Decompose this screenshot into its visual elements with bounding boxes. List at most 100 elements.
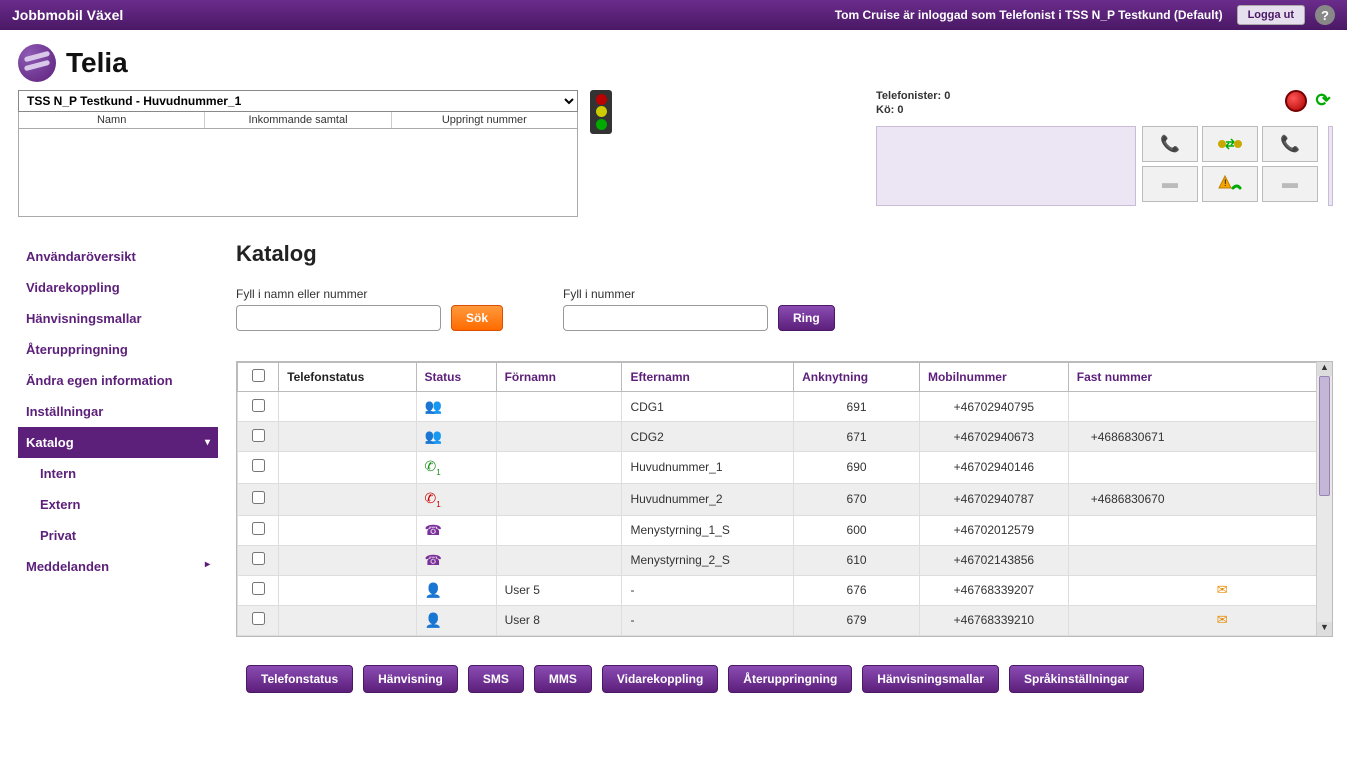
btn-ateruppringning[interactable]: Återuppringning (728, 665, 852, 693)
pickup2-button[interactable]: 📞 (1262, 126, 1318, 162)
cell-ext: 690 (794, 452, 920, 484)
nav-vidarekoppling[interactable]: Vidarekoppling (18, 272, 218, 303)
nav-intern[interactable]: Intern (18, 458, 218, 489)
nav-anvandaroversikt[interactable]: Användaröversikt (18, 241, 218, 272)
btn-hanvisningsmallar[interactable]: Hänvisningsmallar (862, 665, 999, 693)
th-efternamn[interactable]: Efternamn (622, 363, 794, 392)
logo-area: Telia (0, 30, 1347, 90)
nav-extern[interactable]: Extern (18, 489, 218, 520)
row-checkbox[interactable] (252, 399, 265, 412)
refresh-button[interactable]: ⟳ (1313, 90, 1333, 110)
nav-installningar[interactable]: Inställningar (18, 396, 218, 427)
pickup-button[interactable]: 📞 (1142, 126, 1198, 162)
upper-panel: TSS N_P Testkund - Huvudnummer_1 Namn In… (0, 90, 1347, 217)
group-icon: 👥 (425, 428, 442, 444)
cell-efternamn: Menystyrning_1_S (622, 515, 794, 545)
number-select[interactable]: TSS N_P Testkund - Huvudnummer_1 (18, 90, 578, 112)
select-all-checkbox[interactable] (252, 369, 265, 382)
cell-telefonstatus (279, 515, 416, 545)
nav-andra-egen-info[interactable]: Ändra egen information (18, 365, 218, 396)
table-row[interactable]: ☎Menystyrning_1_S600+46702012579 (238, 515, 1332, 545)
cell-fornamn (496, 483, 622, 515)
catalog-table: Telefonstatus Status Förnamn Efternamn A… (237, 362, 1332, 636)
scroll-down-icon[interactable]: ▼ (1317, 622, 1332, 636)
search-button[interactable]: Sök (451, 305, 503, 331)
table-row[interactable]: 👤User 5-676+46768339207✉ (238, 575, 1332, 605)
table-row[interactable]: 👥CDG1691+46702940795 (238, 392, 1332, 422)
nav-hanvisningsmallar[interactable]: Hänvisningsmallar (18, 303, 218, 334)
th-fornamn[interactable]: Förnamn (496, 363, 622, 392)
top-bar: Jobbmobil Växel Tom Cruise är inloggad s… (0, 0, 1347, 30)
cell-telefonstatus (279, 452, 416, 484)
alert-call-button[interactable]: ! (1202, 166, 1258, 202)
cell-mob: +46702143856 (919, 545, 1068, 575)
ring-button[interactable]: Ring (778, 305, 835, 331)
cell-efternamn: - (622, 605, 794, 635)
message-icon[interactable]: ✉ (1217, 612, 1228, 627)
logout-button[interactable]: Logga ut (1237, 5, 1305, 25)
hangup2-button[interactable]: ▬ (1262, 166, 1318, 202)
table-row[interactable]: 👥CDG2671+46702940673+4686830671 (238, 422, 1332, 452)
btn-sprakinstallningar[interactable]: Språkinställningar (1009, 665, 1144, 693)
search-number-input[interactable] (563, 305, 768, 331)
th-status[interactable]: Status (416, 363, 496, 392)
row-checkbox[interactable] (252, 429, 265, 442)
nav-katalog[interactable]: Katalog▾ (18, 427, 218, 458)
nav-privat[interactable]: Privat (18, 520, 218, 551)
sidebar: Användaröversikt Vidarekoppling Hänvisni… (18, 241, 218, 582)
help-icon[interactable]: ? (1315, 5, 1335, 25)
th-telefonstatus[interactable]: Telefonstatus (279, 363, 416, 392)
cell-fixed (1068, 452, 1331, 484)
cell-fixed: +4686830670 (1068, 483, 1331, 515)
table-scrollbar[interactable]: ▲ ▼ (1316, 362, 1332, 636)
cell-mob: +46702940146 (919, 452, 1068, 484)
row-checkbox[interactable] (252, 491, 265, 504)
bottom-bar: Telefonstatus Hänvisning SMS MMS Vidarek… (0, 647, 1347, 703)
nav-ateruppringning[interactable]: Återuppringning (18, 334, 218, 365)
btn-vidarekoppling[interactable]: Vidarekoppling (602, 665, 718, 693)
scroll-up-icon[interactable]: ▲ (1317, 362, 1332, 376)
app-title: Jobbmobil Växel (12, 7, 123, 23)
call-panel-left (876, 126, 1136, 206)
telefonister-value: 0 (944, 90, 950, 102)
row-checkbox[interactable] (252, 459, 265, 472)
th-fastnummer[interactable]: Fast nummer (1068, 363, 1331, 392)
table-row[interactable]: ✆1Huvudnummer_1690+46702940146 (238, 452, 1332, 484)
search-name-input[interactable] (236, 305, 441, 331)
table-row[interactable]: 👤User 8-679+46768339210✉ (238, 605, 1332, 635)
cell-ext: 600 (794, 515, 920, 545)
th-anknytning[interactable]: Anknytning (794, 363, 920, 392)
cell-status: 👤 (416, 605, 496, 635)
row-checkbox[interactable] (252, 612, 265, 625)
cell-telefonstatus (279, 483, 416, 515)
cell-ext: 676 (794, 575, 920, 605)
hangup-button[interactable]: ▬ (1142, 166, 1198, 202)
th-mobilnummer[interactable]: Mobilnummer (919, 363, 1068, 392)
cell-fixed: +4686830671 (1068, 422, 1331, 452)
record-button[interactable] (1285, 90, 1307, 112)
cell-ext: 610 (794, 545, 920, 575)
btn-sms[interactable]: SMS (468, 665, 524, 693)
nav-meddelanden[interactable]: Meddelanden▸ (18, 551, 218, 582)
cell-mob: +46702940673 (919, 422, 1068, 452)
cell-mob: +46702012579 (919, 515, 1068, 545)
table-row[interactable]: ✆1Huvudnummer_2670+46702940787+468683067… (238, 483, 1332, 515)
transfer-button[interactable] (1202, 126, 1258, 162)
scroll-thumb[interactable] (1319, 376, 1330, 496)
cell-fixed: ✉ (1068, 575, 1331, 605)
message-icon[interactable]: ✉ (1217, 582, 1228, 597)
row-checkbox[interactable] (252, 522, 265, 535)
btn-hanvisning[interactable]: Hänvisning (363, 665, 458, 693)
call-body (18, 129, 578, 217)
cell-fornamn (496, 422, 622, 452)
cell-fixed (1068, 545, 1331, 575)
btn-mms[interactable]: MMS (534, 665, 592, 693)
row-checkbox[interactable] (252, 552, 265, 565)
btn-telefonstatus[interactable]: Telefonstatus (246, 665, 353, 693)
row-checkbox[interactable] (252, 582, 265, 595)
table-row[interactable]: ☎Menystyrning_2_S610+46702143856 (238, 545, 1332, 575)
cell-fornamn (496, 515, 622, 545)
traffic-light-icon (590, 90, 612, 134)
col-incoming: Inkommande samtal (205, 112, 391, 128)
fax-icon: ☎ (425, 552, 442, 568)
